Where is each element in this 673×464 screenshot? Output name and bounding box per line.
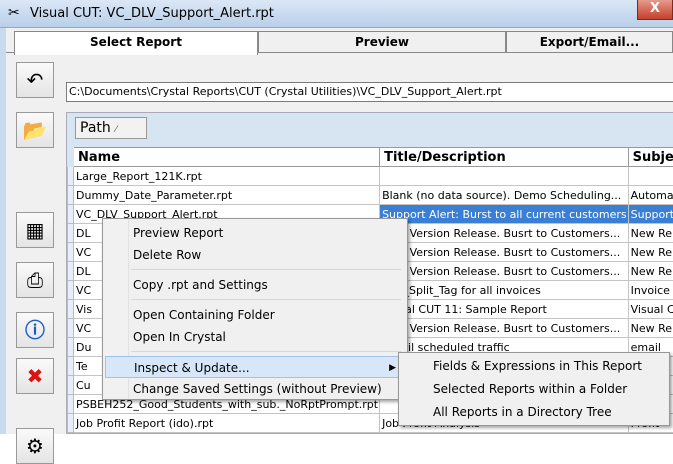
tab-strip: Select Report Preview Export/Email... [10,31,673,53]
cell-subject[interactable]: New Release [628,319,673,338]
undo-button[interactable]: ↶ [16,62,54,98]
submenu-arrow-icon: ▶ [389,357,396,379]
info-icon: ⓘ [25,318,45,342]
open-folder-button[interactable]: 📂 [16,112,54,148]
tab-export-email[interactable]: Export/Email... [506,31,673,53]
settings-icon: ⚙ [26,434,44,458]
report-path-field[interactable]: C:\Documents\Crystal Reports\CUT (Crysta… [66,82,673,102]
cell-title[interactable]: PDF_Split_Tag for all invoices [380,281,629,300]
menu-item-open-crystal[interactable]: Open In Crystal [105,326,405,348]
group-header-label: Path [80,120,111,136]
table-row[interactable]: Large_Report_121K.rpt [68,167,673,186]
sort-icon: ⁄ [115,125,117,135]
cancel-icon: ✖ [27,364,44,388]
cell-name[interactable]: Dummy_Date_Parameter.rpt [74,186,380,205]
open-folder-icon: 📂 [23,118,48,142]
main-window: ✂ Visual CUT: VC_DLV_Support_Alert.rpt X… [0,0,673,434]
cell-name[interactable]: Job Profit Report (ido).rpt [74,414,380,433]
cell-title[interactable]: Support Alert: Burst to all current cust… [380,205,629,224]
column-header-subject[interactable]: Subject [628,148,673,167]
menu-separator [131,351,401,352]
submenu-item-all-reports-tree[interactable]: All Reports in a Directory Tree [401,401,667,423]
settings-button[interactable]: ⚙ [16,428,54,464]
print-button[interactable]: ⎙ [16,262,54,298]
column-header-name[interactable]: Name [74,148,380,167]
info-button[interactable]: ⓘ [16,312,54,348]
cell-subject[interactable]: Visual CUT [628,300,673,319]
cell-title[interactable]: Blank (no data source). Demo Scheduling.… [380,186,629,205]
cell-title[interactable]: Visual CUT 11: Sample Report [380,300,629,319]
cell-title[interactable]: New Version Release. Busrt to Customers.… [380,319,629,338]
cell-subject[interactable]: New Release [628,224,673,243]
submenu-item-fields-expressions[interactable]: Fields & Expressions in This Report [401,355,667,377]
cell-title[interactable] [380,167,629,186]
table-row[interactable]: Dummy_Date_Parameter.rptBlank (no data s… [68,186,673,205]
cancel-button[interactable]: ✖ [16,358,54,394]
title-bar: ✂ Visual CUT: VC_DLV_Support_Alert.rpt X [0,0,673,28]
menu-item-open-folder[interactable]: Open Containing Folder [105,304,405,326]
inspect-submenu: Fields & Expressions in This Report Sele… [398,352,670,426]
print-icon: ⎙ [27,268,43,292]
cell-title[interactable]: New Version Release. Busrt to Customers.… [380,224,629,243]
cell-subject[interactable]: Invoice [628,281,673,300]
cell-subject[interactable]: New Release [628,243,673,262]
cell-title[interactable]: New Version Release. Busrt to Customers.… [380,262,629,281]
cell-title[interactable]: New Version Release. Busrt to Customers.… [380,243,629,262]
menu-separator [131,299,401,300]
submenu-item-selected-reports[interactable]: Selected Reports within a Folder [401,378,667,400]
cell-subject[interactable]: Support [628,205,673,224]
cell-name[interactable]: Large_Report_121K.rpt [74,167,380,186]
rubiks-cube-icon: ▦ [26,218,45,242]
menu-separator [131,269,401,270]
cell-subject[interactable] [628,167,673,186]
close-button[interactable]: X [637,0,673,20]
inspect-update-label: Inspect & Update... [134,361,250,375]
cube-button[interactable]: ▦ [16,212,54,248]
client-area: Select Report Preview Export/Email... ↶ … [6,28,673,434]
menu-item-copy-rpt[interactable]: Copy .rpt and Settings [105,274,405,296]
tab-select-report[interactable]: Select Report [14,31,258,55]
cell-subject[interactable]: New Release [628,262,673,281]
context-menu: Preview Report Delete Row Copy .rpt and … [102,218,408,400]
menu-item-inspect-update[interactable]: Inspect & Update... ▶ [105,356,405,378]
tab-preview[interactable]: Preview [258,31,506,53]
menu-item-preview-report[interactable]: Preview Report [105,222,405,244]
group-by-path-header[interactable]: Path ⁄ [75,117,147,139]
app-icon: ✂ [8,5,20,21]
menu-item-delete-row[interactable]: Delete Row [105,244,405,266]
cell-subject[interactable]: Automation [628,186,673,205]
undo-icon: ↶ [27,68,44,92]
window-title: Visual CUT: VC_DLV_Support_Alert.rpt [30,6,274,21]
menu-item-change-settings[interactable]: Change Saved Settings (without Preview) [105,378,405,400]
column-header-title[interactable]: Title/Description [380,148,629,167]
